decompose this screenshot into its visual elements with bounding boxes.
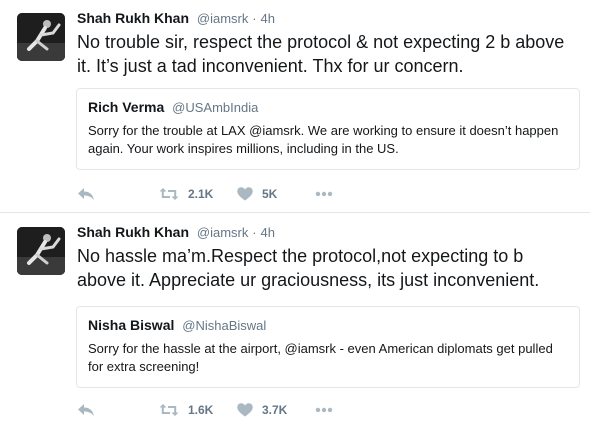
avatar[interactable] (17, 227, 65, 275)
reply-button[interactable] (77, 184, 95, 204)
quoted-author-handle: @NishaBiswal (182, 318, 267, 333)
quoted-author-handle: @USAmbIndia (172, 100, 259, 115)
tweet-text: No hassle ma’m.Respect the protocol,not … (77, 246, 540, 290)
author-handle[interactable]: @iamsrk (197, 225, 248, 240)
quoted-tweet-text: Sorry for the hassle at the airport, @ia… (88, 341, 553, 374)
like-count: 5K (262, 187, 278, 201)
timestamp[interactable]: 4h (261, 11, 275, 26)
retweet-icon (159, 403, 179, 417)
more-button[interactable] (315, 400, 333, 420)
quoted-tweet[interactable]: Nisha Biswal @NishaBiswal Sorry for the … (76, 306, 580, 388)
tweet-text: No trouble sir, respect the protocol & n… (77, 32, 565, 76)
quoted-tweet-text: Sorry for the trouble at LAX @iamsrk. We… (88, 123, 559, 156)
more-button[interactable] (315, 184, 333, 204)
like-count: 3.7K (262, 403, 288, 417)
quoted-tweet-header: Rich Verma @USAmbIndia (88, 99, 568, 115)
quoted-tweet[interactable]: Rich Verma @USAmbIndia Sorry for the tro… (76, 88, 580, 170)
quoted-author-name: Rich Verma (88, 99, 165, 115)
reply-button[interactable] (77, 400, 95, 420)
timestamp[interactable]: 4h (261, 225, 275, 240)
tweet[interactable]: Shah Rukh Khan @iamsrk · 4h No hassle ma… (0, 214, 590, 431)
like-button[interactable]: 5K (237, 184, 277, 204)
separator: · (252, 225, 257, 240)
avatar[interactable] (17, 13, 65, 61)
quoted-author-name: Nisha Biswal (88, 317, 175, 333)
tweet-header: Shah Rukh Khan @iamsrk · 4h (77, 224, 275, 240)
retweet-button[interactable]: 2.1K (159, 184, 213, 204)
heart-icon (237, 403, 253, 417)
heart-icon (237, 187, 253, 201)
retweet-icon (159, 187, 179, 201)
retweet-count: 2.1K (188, 187, 214, 201)
author-name[interactable]: Shah Rukh Khan (77, 10, 189, 26)
retweet-count: 1.6K (188, 403, 214, 417)
like-button[interactable]: 3.7K (237, 400, 287, 420)
tweet-actions: 2.1K 5K (77, 184, 477, 204)
tweet[interactable]: Shah Rukh Khan @iamsrk · 4h No trouble s… (0, 0, 590, 213)
quoted-tweet-header: Nisha Biswal @NishaBiswal (88, 317, 568, 333)
reply-icon (77, 402, 95, 418)
separator: · (252, 11, 257, 26)
author-name[interactable]: Shah Rukh Khan (77, 224, 189, 240)
more-icon (315, 191, 333, 197)
more-icon (315, 407, 333, 413)
reply-icon (77, 186, 95, 202)
tweet-actions: 1.6K 3.7K (77, 400, 477, 420)
retweet-button[interactable]: 1.6K (159, 400, 213, 420)
tweet-header: Shah Rukh Khan @iamsrk · 4h (77, 10, 275, 26)
author-handle[interactable]: @iamsrk (197, 11, 248, 26)
